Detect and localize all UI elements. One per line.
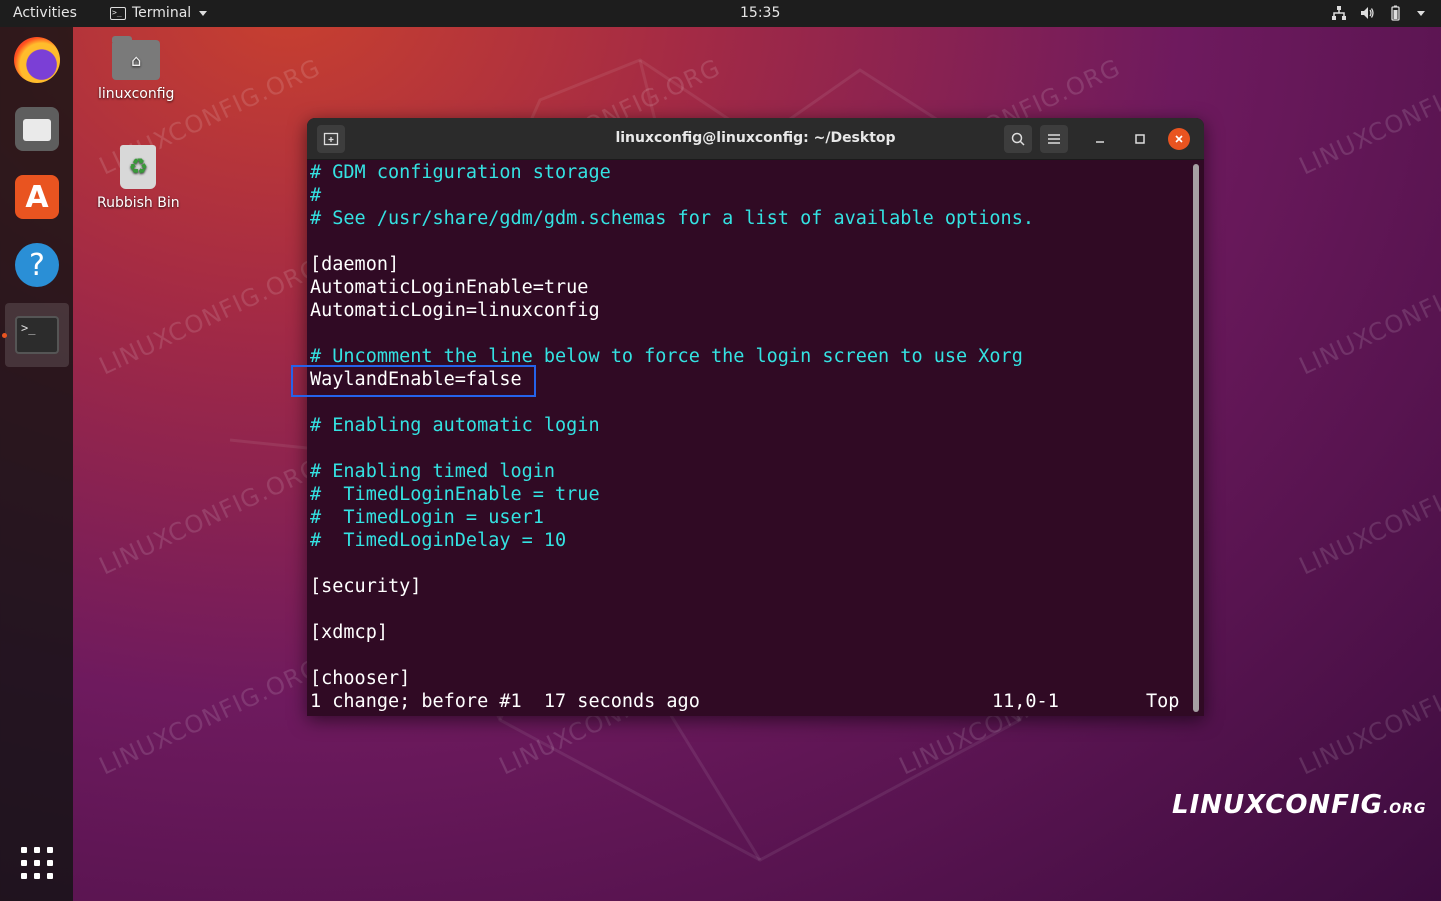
terminal-line: AutomaticLogin=linuxconfig	[310, 300, 600, 321]
logo-part-2: CONFIG	[1265, 790, 1383, 820]
grid-dot	[34, 873, 40, 879]
terminal-line: # GDM configuration storage	[310, 162, 611, 183]
minimize-icon	[1096, 141, 1104, 143]
chevron-down-icon	[199, 10, 208, 16]
show-applications-button[interactable]	[21, 847, 53, 879]
firefox-icon	[14, 37, 60, 83]
dock-terminal[interactable]: >_	[5, 303, 69, 367]
linuxconfig-logo: LINUXCONFIG.ORG	[1172, 790, 1426, 820]
watermark: LINUXCONFIG.ORG	[95, 653, 325, 781]
top-bar: Activities >_ Terminal 15:35	[0, 0, 1441, 27]
maximize-icon	[1135, 134, 1145, 144]
terminal-line: #	[310, 185, 322, 206]
terminal-window: linuxconfig@linuxconfig: ~/Desktop # GDM…	[307, 118, 1204, 716]
terminal-line: # Uncomment the line below to force the …	[310, 346, 1023, 367]
grid-dot	[47, 860, 53, 866]
hamburger-menu-button[interactable]	[1040, 125, 1068, 153]
system-menu[interactable]	[1331, 5, 1425, 21]
grid-dot	[21, 860, 27, 866]
hamburger-icon	[1048, 134, 1060, 144]
terminal-line-highlighted: WaylandEnable=false	[310, 369, 522, 390]
terminal-line: # TimedLoginDelay = 10	[310, 530, 567, 551]
grid-dot	[21, 873, 27, 879]
desktop-home-label: linuxconfig	[98, 86, 175, 102]
grid-dot	[34, 860, 40, 866]
maximize-button[interactable]	[1126, 125, 1154, 153]
clock[interactable]: 15:35	[740, 5, 780, 21]
terminal-line: [chooser]	[310, 668, 411, 689]
files-icon	[15, 107, 59, 151]
terminal-line: [daemon]	[310, 254, 400, 275]
grid-dot	[34, 847, 40, 853]
vim-status-message: 1 change; before #1 17 seconds ago	[310, 691, 700, 712]
dock-software[interactable]: A	[12, 172, 62, 222]
grid-dot	[47, 873, 53, 879]
terminal-line: AutomaticLoginEnable=true	[310, 277, 589, 298]
vim-scroll-position: Top	[1146, 691, 1180, 712]
search-icon	[1011, 132, 1025, 146]
chevron-down-icon	[1417, 10, 1425, 16]
search-button[interactable]	[1004, 125, 1032, 153]
terminal-line: # Enabling timed login	[310, 461, 556, 482]
desktop-rubbish-bin[interactable]: ♻ Rubbish Bin	[97, 145, 180, 211]
dock-help[interactable]: ?	[12, 240, 62, 290]
watermark: LINUXCONFIG.ORG	[1295, 653, 1441, 781]
terminal-line: # TimedLoginEnable = true	[310, 484, 600, 505]
terminal-line: # Enabling automatic login	[310, 415, 600, 436]
software-store-icon: A	[15, 175, 59, 219]
desktop-home-folder[interactable]: ⌂ linuxconfig	[98, 36, 175, 102]
dock-files[interactable]	[12, 104, 62, 154]
terminal-line: # TimedLogin = user1	[310, 507, 544, 528]
running-indicator	[2, 333, 7, 338]
terminal-line: # See /usr/share/gdm/gdm.schemas for a l…	[310, 208, 1034, 229]
window-titlebar[interactable]: linuxconfig@linuxconfig: ~/Desktop	[307, 118, 1204, 160]
watermark: LINUXCONFIG.ORG	[1295, 253, 1441, 381]
watermark: LINUXCONFIG.ORG	[95, 453, 325, 581]
trash-icon: ♻	[120, 145, 157, 189]
close-button[interactable]	[1168, 128, 1190, 150]
minimize-button[interactable]	[1086, 125, 1114, 153]
network-icon	[1331, 5, 1347, 21]
terminal-icon: >_	[15, 316, 59, 354]
home-folder-icon: ⌂	[112, 36, 161, 80]
battery-icon	[1387, 5, 1403, 21]
terminal-content[interactable]: # GDM configuration storage # # See /usr…	[310, 160, 1190, 716]
volume-icon	[1359, 5, 1375, 21]
dock-firefox[interactable]	[12, 35, 62, 85]
desktop-bin-label: Rubbish Bin	[97, 195, 180, 211]
watermark: LINUXCONFIG.ORG	[1295, 453, 1441, 581]
vim-cursor-position: 11,0-1	[992, 691, 1059, 712]
terminal-icon: >_	[110, 6, 126, 20]
dock: A ? >_	[0, 27, 73, 901]
logo-part-1: LINUX	[1172, 790, 1266, 820]
activities-button[interactable]: Activities	[13, 5, 77, 21]
terminal-line: [security]	[310, 576, 422, 597]
watermark: LINUXCONFIG.ORG	[95, 253, 325, 381]
close-icon	[1175, 135, 1183, 143]
help-icon: ?	[15, 243, 59, 287]
grid-dot	[21, 847, 27, 853]
watermark: LINUXCONFIG.ORG	[1295, 53, 1441, 181]
app-menu-label: Terminal	[132, 5, 192, 21]
app-menu[interactable]: >_ Terminal	[110, 5, 208, 21]
logo-part-3: .ORG	[1382, 801, 1427, 817]
terminal-line: [xdmcp]	[310, 622, 388, 643]
grid-dot	[47, 847, 53, 853]
window-title: linuxconfig@linuxconfig: ~/Desktop	[615, 130, 896, 146]
scrollbar[interactable]	[1193, 164, 1199, 712]
